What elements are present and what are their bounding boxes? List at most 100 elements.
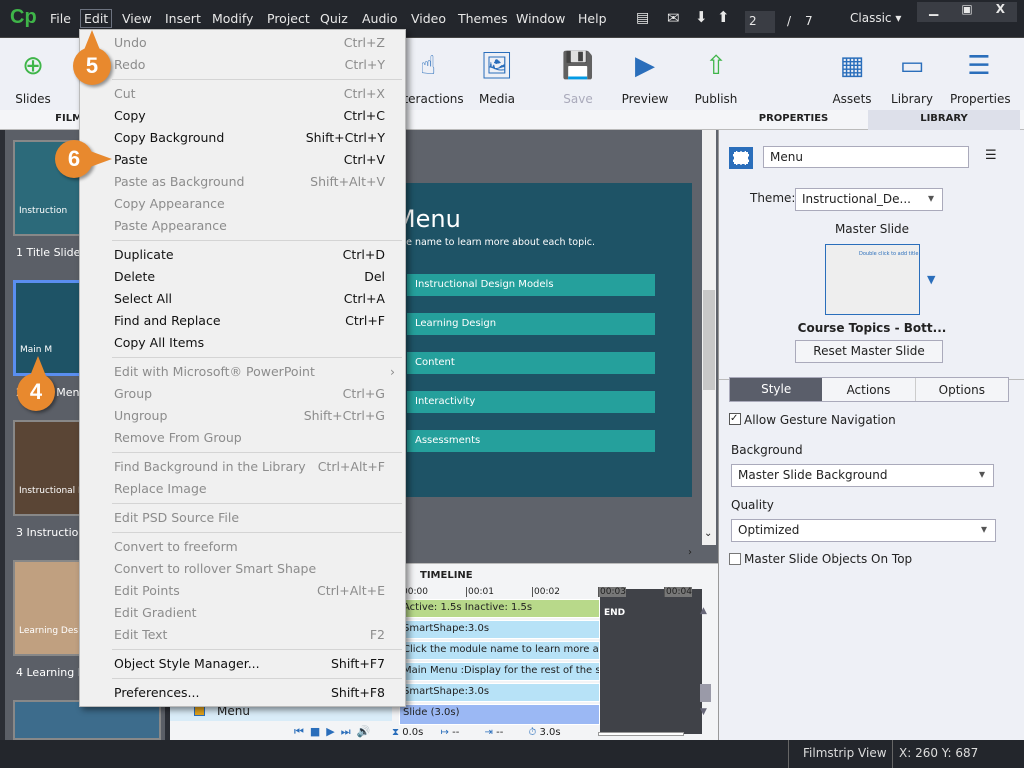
tab-options[interactable]: Options: [916, 378, 1008, 401]
maximize-button[interactable]: ▣: [950, 2, 983, 22]
timeline-item[interactable]: SmartShape:3.0s: [399, 683, 600, 702]
menu-insert[interactable]: Insert: [165, 11, 201, 26]
menu-item-object-style-manager[interactable]: Object Style Manager... Shift+F7: [80, 653, 405, 675]
menu-video[interactable]: Video: [411, 11, 446, 26]
comment-icon[interactable]: ▤: [636, 10, 649, 26]
timeline-end-marker: END: [604, 608, 626, 618]
menu-button-2[interactable]: Content: [407, 352, 655, 374]
theme-dropdown[interactable]: Instructional_De...: [795, 188, 943, 211]
menu-button-0[interactable]: Instructional Design Models: [407, 274, 655, 296]
mail-icon[interactable]: ✉: [667, 9, 680, 27]
scroll-down-icon[interactable]: ⌄: [704, 528, 712, 539]
quality-dropdown[interactable]: Optimized: [731, 519, 996, 542]
tab-properties[interactable]: PROPERTIES: [719, 113, 868, 124]
library-button[interactable]: ▭ Library: [890, 46, 934, 106]
tab-actions[interactable]: Actions: [822, 378, 916, 401]
menu-separator: [80, 675, 405, 682]
menu-item-group[interactable]: Group Ctrl+G: [80, 383, 405, 405]
menu-themes[interactable]: Themes: [458, 11, 508, 26]
menu-item-paste-as-background[interactable]: Paste as Background Shift+Alt+V: [80, 171, 405, 193]
menu-item-remove-from-group[interactable]: Remove From Group: [80, 427, 405, 449]
allow-gesture-checkbox[interactable]: ✓: [729, 413, 741, 425]
menu-item-edit-text[interactable]: Edit Text F2: [80, 624, 405, 646]
menu-item-cut[interactable]: Cut Ctrl+X: [80, 83, 405, 105]
arrow-down-icon[interactable]: ⬇: [695, 8, 708, 26]
timeline-item[interactable]: Slide (3.0s): [399, 704, 600, 725]
menu-item-undo[interactable]: Undo Ctrl+Z: [80, 32, 405, 54]
close-button[interactable]: X: [984, 2, 1017, 22]
tab-style[interactable]: Style: [730, 378, 823, 401]
scroll-down-icon[interactable]: ▼: [700, 707, 707, 717]
menu-separator: [80, 500, 405, 507]
menu-item-find-background-in-the-library[interactable]: Find Background in the Library Ctrl+Alt+F: [80, 456, 405, 478]
stopwatch-icon: ⏱: [528, 727, 537, 738]
media-button[interactable]: 🖼 Media: [472, 46, 522, 106]
reset-master-slide-button[interactable]: Reset Master Slide: [795, 340, 943, 363]
zoom-slider[interactable]: [598, 732, 684, 736]
menu-modify[interactable]: Modify: [212, 11, 253, 26]
save-button[interactable]: 💾 Save: [558, 46, 598, 106]
minimize-button[interactable]: ▁: [917, 2, 950, 22]
arrow-up-icon[interactable]: ⬆: [717, 8, 730, 26]
menu-edit[interactable]: Edit: [80, 9, 113, 28]
menu-item-select-all[interactable]: Select All Ctrl+A: [80, 288, 405, 310]
menu-item-copy[interactable]: Copy Ctrl+C: [80, 105, 405, 127]
menu-window[interactable]: Window: [516, 11, 565, 26]
assets-button[interactable]: ▦ Assets: [832, 46, 872, 106]
slides-button[interactable]: ⊕ Slides: [8, 46, 58, 106]
preview-button[interactable]: ▶ Preview: [620, 46, 670, 106]
menu-audio[interactable]: Audio: [362, 11, 398, 26]
menu-item-edit-with-microsoft-powerpoint[interactable]: Edit with Microsoft® PowerPoint ›: [80, 361, 405, 383]
menu-item-copy-all-items[interactable]: Copy All Items: [80, 332, 405, 354]
properties-label: Properties: [950, 92, 1011, 106]
scroll-up-icon[interactable]: ▲: [700, 606, 707, 616]
menu-button-1[interactable]: Learning Design: [407, 313, 655, 335]
menu-button-4[interactable]: Assessments: [407, 430, 655, 452]
add-slide-icon: ⊕: [22, 51, 44, 81]
menu-file[interactable]: File: [50, 11, 71, 26]
menu-item-shortcut: F2: [369, 627, 385, 642]
menu-item-edit-points[interactable]: Edit Points Ctrl+Alt+E: [80, 580, 405, 602]
properties-button[interactable]: ☰ Properties: [950, 46, 1011, 106]
menu-item-find-and-replace[interactable]: Find and Replace Ctrl+F: [80, 310, 405, 332]
menu-item-edit-psd-source-file[interactable]: Edit PSD Source File: [80, 507, 405, 529]
scrollbar-thumb[interactable]: [703, 290, 715, 390]
menu-item-replace-image[interactable]: Replace Image: [80, 478, 405, 500]
menu-view[interactable]: View: [122, 11, 152, 26]
menu-item-paste-appearance[interactable]: Paste Appearance: [80, 215, 405, 237]
scroll-right-icon[interactable]: ›: [688, 547, 692, 558]
master-slide-thumbnail[interactable]: Double click to add title: [825, 244, 920, 315]
master-slide-dropdown-icon[interactable]: ▼: [927, 273, 935, 286]
panel-menu-icon[interactable]: ☰: [985, 148, 997, 163]
timeline-item[interactable]: Click the module name to learn more abou…: [399, 641, 600, 660]
menu-button-3[interactable]: Interactivity: [407, 391, 655, 413]
menu-project[interactable]: Project: [267, 11, 310, 26]
menu-item-delete[interactable]: Delete Del: [80, 266, 405, 288]
menu-item-ungroup[interactable]: Ungroup Shift+Ctrl+G: [80, 405, 405, 427]
menu-item-preferences[interactable]: Preferences... Shift+F8: [80, 682, 405, 704]
tab-library[interactable]: LIBRARY: [868, 110, 1020, 130]
timeline-item[interactable]: Main Menu :Display for the rest of the s…: [399, 662, 600, 681]
timeline-scrollbar-thumb[interactable]: [700, 684, 711, 702]
stage-vertical-scrollbar[interactable]: ⌄: [702, 130, 716, 545]
menu-item-paste[interactable]: Paste Ctrl+V: [80, 149, 405, 171]
menu-item-copy-background[interactable]: Copy Background Shift+Ctrl+Y: [80, 127, 405, 149]
menu-item-edit-gradient[interactable]: Edit Gradient: [80, 602, 405, 624]
menu-item-duplicate[interactable]: Duplicate Ctrl+D: [80, 244, 405, 266]
menu-item-convert-to-rollover-smart-shape[interactable]: Convert to rollover Smart Shape: [80, 558, 405, 580]
background-dropdown[interactable]: Master Slide Background: [731, 464, 994, 487]
menu-item-copy-appearance[interactable]: Copy Appearance: [80, 193, 405, 215]
publish-button[interactable]: ⇧ Publish: [692, 46, 740, 106]
page-number-input[interactable]: 2: [745, 11, 775, 33]
menu-item-convert-to-freeform[interactable]: Convert to freeform: [80, 536, 405, 558]
menu-quiz[interactable]: Quiz: [320, 11, 348, 26]
timeline-item[interactable]: SmartShape:3.0s: [399, 620, 600, 639]
menu-help[interactable]: Help: [578, 11, 607, 26]
workspace-dropdown[interactable]: Classic ▾: [850, 11, 901, 25]
master-on-top-checkbox[interactable]: [729, 553, 741, 565]
start-time: --: [452, 727, 460, 738]
playback-controls[interactable]: ⏮■▶⏭🔊: [294, 725, 376, 739]
menu-item-redo[interactable]: Redo Ctrl+Y: [80, 54, 405, 76]
timeline-item[interactable]: Active: 1.5s Inactive: 1.5s: [399, 599, 600, 618]
object-name-input[interactable]: Menu: [763, 146, 969, 168]
